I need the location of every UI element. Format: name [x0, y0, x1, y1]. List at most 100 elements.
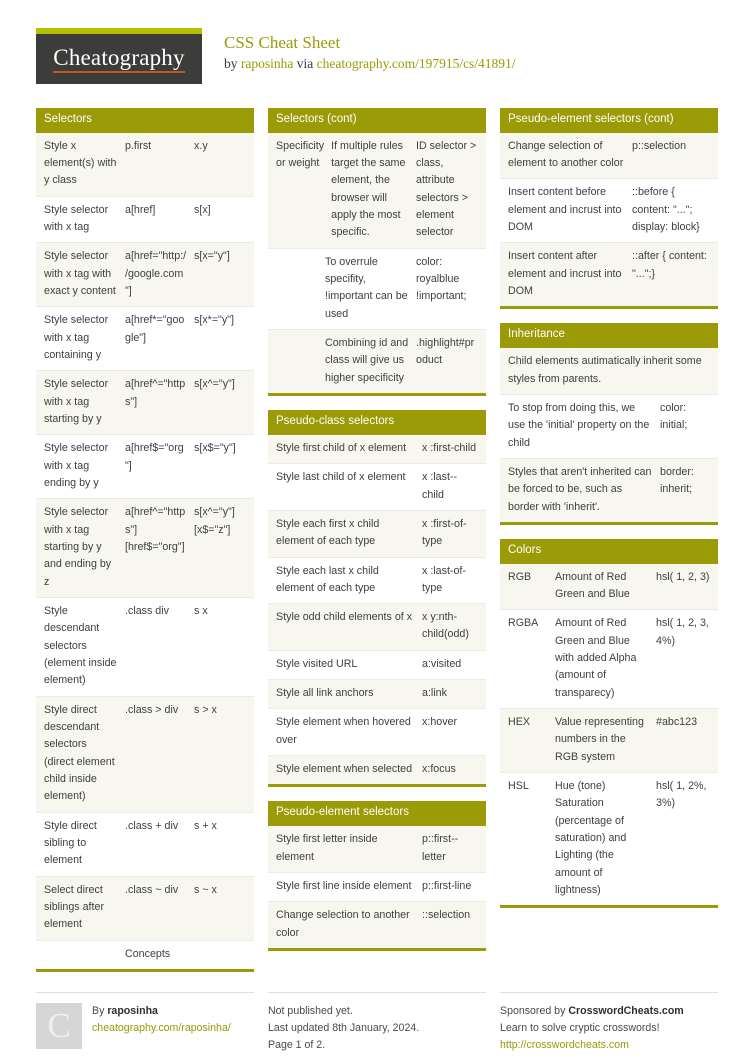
logo-plate: Cheatography: [36, 34, 202, 84]
card-title-selectors-cont: Selectors (cont): [268, 108, 486, 133]
cell-syntax: s > x: [194, 703, 217, 716]
cell-description: [44, 946, 125, 963]
sponsor-prefix: Sponsored by: [500, 1004, 569, 1017]
card-selectors: Selectors Style x element(s) with y clas…: [36, 108, 254, 972]
table-row: Style each last x child element of each …: [268, 557, 486, 605]
cell-description: Style first letter inside element: [276, 833, 378, 863]
cell-syntax: p::first--letter: [422, 833, 459, 863]
cell-description: Style odd child elements of x: [276, 611, 413, 624]
cell-description: Change selection to another color: [276, 909, 410, 939]
cell-description: Styles that aren't inherited can be forc…: [508, 465, 652, 513]
cell-example: a[href^="https"][href$="org"]: [125, 506, 186, 554]
page-footer: C By raposinha cheatography.com/raposinh…: [36, 991, 718, 1054]
table-row: RGB Amount of Red Green and Blue hsl( 1,…: [500, 563, 718, 611]
cell-description: Style x element(s) with y class: [44, 139, 117, 187]
cell-description: Select direct siblings after element: [44, 883, 104, 931]
cell-syntax: [194, 946, 246, 963]
cell-description: Child elements autimatically inherit som…: [508, 355, 702, 385]
cell-syntax: a:visited: [422, 657, 462, 670]
column-2: Selectors (cont) Specificity or weight I…: [268, 108, 486, 965]
table-row: Style odd child elements of x x y:nth-ch…: [268, 604, 486, 651]
table-row: Style descendant selectors (element insi…: [36, 598, 254, 697]
card-title-selectors: Selectors: [36, 108, 254, 133]
table-row: Insert content before element and incrus…: [500, 179, 718, 244]
table-row: To overrule specifity, !important can be…: [268, 248, 486, 331]
page-number: Page 1 of 2.: [268, 1039, 326, 1052]
pseudo-class-rows: Style first child of x element x :first-…: [268, 434, 486, 785]
cell-description: Style first child of x element: [276, 441, 407, 454]
cell-syntax: ::after { content: "...";}: [632, 250, 707, 280]
table-row: HEX Value representing numbers in the RG…: [500, 708, 718, 773]
table-row: Styles that aren't inherited can be forc…: [500, 458, 718, 522]
cell-description: Style each first x child element of each…: [276, 517, 380, 548]
inheritance-rows: Child elements autimatically inherit som…: [500, 348, 718, 522]
cell-term: RGB: [508, 570, 532, 583]
card-selectors-cont: Selectors (cont) Specificity or weight I…: [268, 108, 486, 397]
cell-example: .highlight#product: [416, 337, 475, 367]
cell-description: Style selector with x tag with exact y c…: [44, 250, 116, 298]
table-row: Change selection of element to another c…: [500, 132, 718, 180]
cell-term: HEX: [508, 715, 530, 728]
cell-syntax: p::first-line: [422, 879, 472, 892]
cheatography-logo[interactable]: Cheatography: [36, 28, 202, 84]
table-row: Style selector with x tag starting by y …: [36, 499, 254, 599]
cell-syntax: s[x$="y"]: [194, 442, 236, 455]
table-row: Style direct sibling to element .class +…: [36, 812, 254, 877]
publish-status: Not published yet.: [268, 1004, 353, 1017]
cell-example: a[href="http://google.com"]: [125, 250, 187, 298]
cell-syntax: s + x: [194, 819, 217, 832]
table-row: Specificity or weight If multiple rules …: [268, 132, 486, 249]
footer-sponsor-block: Sponsored by CrosswordCheats.com Learn t…: [500, 991, 718, 1054]
table-row: Style selector with x tag containing y a…: [36, 307, 254, 372]
sponsor-tagline: Learn to solve cryptic crosswords!: [500, 1022, 660, 1035]
pseudo-element-cont-rows: Change selection of element to another c…: [500, 132, 718, 307]
cell-syntax: color: initial;: [660, 401, 688, 432]
cell-description: Style visited URL: [276, 657, 358, 670]
table-row: Style selector with x tag a[href] s[x]: [36, 196, 254, 244]
cell-description: Style all link anchors: [276, 687, 374, 700]
table-row: Style last child of x element x :last--c…: [268, 464, 486, 511]
cell-syntax: s x: [194, 605, 208, 618]
cell-description: Style direct sibling to element: [44, 819, 97, 867]
cell-description: Style element when selected: [276, 763, 413, 776]
last-updated: Last updated 8th January, 2024.: [268, 1022, 420, 1035]
page-title: CSS Cheat Sheet: [224, 33, 341, 52]
cell-description: To stop from doing this, we use the 'ini…: [508, 401, 650, 449]
cell-example: ID selector > class, attribute selectors…: [416, 139, 477, 239]
card-title-pseudo-element: Pseudo-element selectors: [268, 801, 486, 827]
cell-description: Style descendant selectors (element insi…: [44, 605, 117, 687]
source-url-link[interactable]: cheatography.com/197915/cs/41891/: [317, 56, 516, 71]
table-row: Style selector with x tag with exact y c…: [36, 243, 254, 308]
cell-description: Style selector with x tag: [44, 203, 109, 234]
footer-author-url[interactable]: cheatography.com/raposinha/: [92, 1022, 231, 1034]
table-row: Style each first x child element of each…: [268, 510, 486, 558]
card-title-colors: Colors: [500, 538, 718, 564]
author-link[interactable]: raposinha: [241, 56, 293, 71]
table-row: Style direct descendant selectors (direc…: [36, 696, 254, 813]
cell-syntax: x :last-of-type: [422, 564, 466, 594]
table-row: RGBA Amount of Red Green and Blue with a…: [500, 610, 718, 709]
cell-syntax: x:hover: [422, 716, 458, 729]
sponsor-url[interactable]: http://crosswordcheats.com: [500, 1037, 718, 1054]
cell-description: Style element when hovered over: [276, 716, 411, 746]
footer-publish-block: Not published yet. Last updated 8th Janu…: [268, 991, 486, 1054]
cell-syntax: x :first-of-type: [422, 517, 467, 548]
selectors-rows: Style x element(s) with y class p.first …: [36, 132, 254, 969]
cell-syntax: s[x^="y"][x$="z"]: [194, 506, 235, 536]
footer-author-name-line: By raposinha: [92, 1003, 231, 1020]
cell-description: Style selector with x tag starting by y …: [44, 506, 112, 588]
cell-example: #abc123: [656, 715, 698, 728]
sponsor-line: Sponsored by CrosswordCheats.com: [500, 1003, 718, 1020]
cell-syntax: a:link: [422, 687, 447, 700]
cell-term: [276, 335, 325, 387]
cell-term: HSL: [508, 779, 529, 792]
cell-description: Style first line inside element: [276, 879, 412, 892]
sponsor-name: CrosswordCheats.com: [568, 1004, 684, 1017]
cell-description: Value representing numbers in the RGB sy…: [555, 715, 644, 763]
cell-description: Hue (tone) Saturation (percentage of sat…: [555, 779, 627, 896]
table-row: Style first child of x element x :first-…: [268, 434, 486, 465]
card-pseudo-class-selectors: Pseudo-class selectors Style first child…: [268, 410, 486, 788]
column-1: Selectors Style x element(s) with y clas…: [36, 108, 254, 986]
pseudo-element-rows: Style first letter inside element p::fir…: [268, 826, 486, 948]
cell-description: Style last child of x element: [276, 471, 406, 484]
